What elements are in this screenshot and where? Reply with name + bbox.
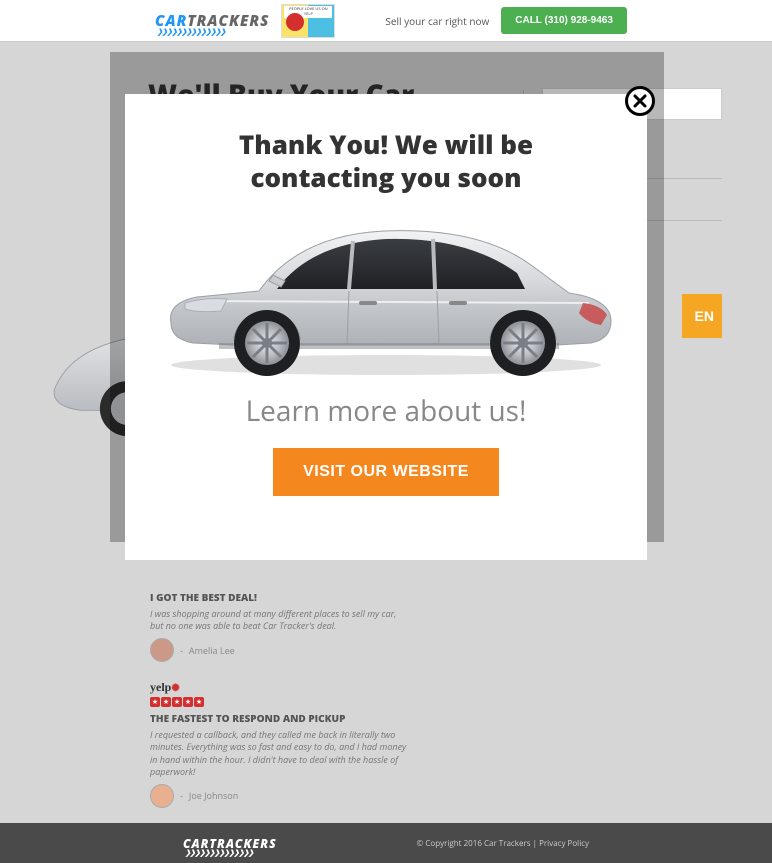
privacy-link[interactable]: Privacy Policy [539,838,589,849]
avatar [150,784,174,808]
footer-right: © Copyright 2016 Car Trackers | Privacy … [417,838,589,849]
thank-you-modal: Thank You! We will be contacting you soo… [125,94,647,560]
close-button[interactable] [625,86,655,116]
yelp-burst-icon: ✺ [171,683,179,694]
author-name: Amelia Lee [189,644,235,657]
sell-text: Sell your car right now [385,14,489,28]
header: CARTRACKERS ❯❯❯❯❯❯❯❯❯❯❯❯❯❯ PEOPLE LOVE U… [0,0,772,42]
reviews-section: I GOT THE BEST DEAL! I was shopping arou… [150,590,410,826]
author-dash: - [180,789,183,802]
modal-title: Thank You! We will be contacting you soo… [185,128,587,193]
review-heading: THE FASTEST TO RESPOND AND PICKUP [150,711,410,725]
review-author: - Amelia Lee [150,638,410,662]
submit-button[interactable]: EN [682,294,722,338]
modal-subtitle: Learn more about us! [145,392,627,430]
review-author: - Joe Johnson [150,784,410,808]
review-body: I requested a callback, and they called … [150,729,410,778]
review: I GOT THE BEST DEAL! I was shopping arou… [150,590,410,662]
close-icon [633,94,647,108]
avatar [150,638,174,662]
star-icon: ★ [194,697,204,707]
copyright-text: © Copyright 2016 Car Trackers | [417,838,539,849]
star-rating: ★ ★ ★ ★ ★ [150,697,410,707]
logo-chevrons-icon: ❯❯❯❯❯❯❯❯❯❯❯❯❯❯ [157,28,225,37]
modal-car-image [149,205,624,380]
yelp-badge[interactable]: PEOPLE LOVE US ON YELP [281,4,335,38]
logo[interactable]: CARTRACKERS ❯❯❯❯❯❯❯❯❯❯❯❯❯❯ [155,11,269,31]
yelp-text: yelp [150,680,171,694]
logo-chevrons-icon: ❯❯❯❯❯❯❯❯❯❯❯❯❯❯ [185,849,253,858]
footer: CARTRACKERS ❯❯❯❯❯❯❯❯❯❯❯❯❯❯ © Copyright 2… [0,823,772,863]
star-icon: ★ [183,697,193,707]
author-name: Joe Johnson [189,789,238,802]
star-icon: ★ [172,697,182,707]
author-dash: - [180,644,183,657]
yelp-badge-text: PEOPLE LOVE US ON YELP [284,6,332,18]
star-icon: ★ [161,697,171,707]
review-heading: I GOT THE BEST DEAL! [150,590,410,604]
review: THE FASTEST TO RESPOND AND PICKUP I requ… [150,711,410,808]
yelp-logo-small[interactable]: yelp✺ [150,680,410,695]
visit-website-button[interactable]: VISIT OUR WEBSITE [273,448,499,496]
footer-logo[interactable]: CARTRACKERS ❯❯❯❯❯❯❯❯❯❯❯❯❯❯ [183,835,277,852]
call-button[interactable]: CALL (310) 928-9463 [501,7,627,34]
review-body: I was shopping around at many different … [150,608,410,632]
star-icon: ★ [150,697,160,707]
